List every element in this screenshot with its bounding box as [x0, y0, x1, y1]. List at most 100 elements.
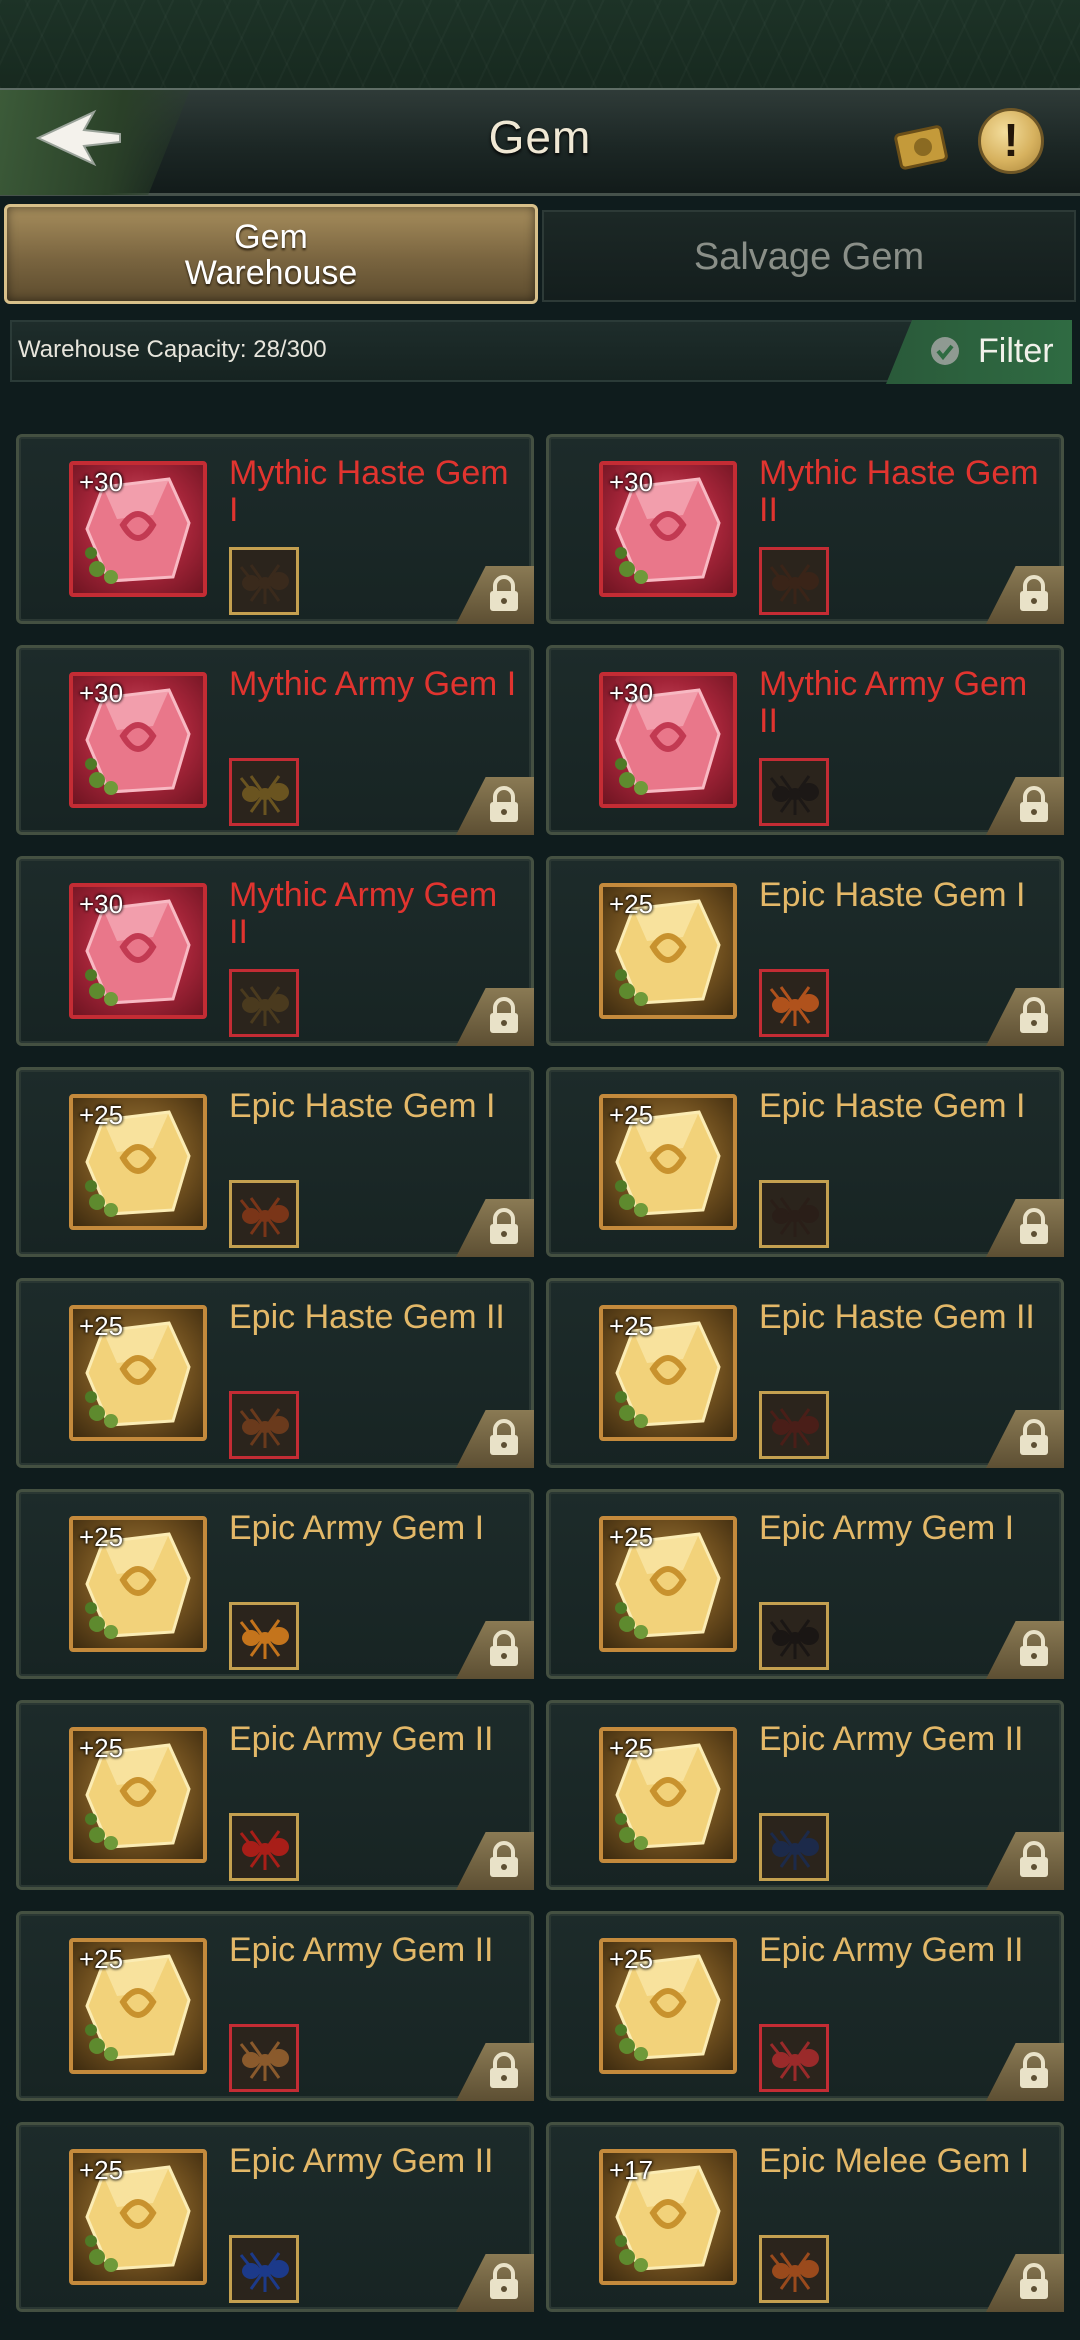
- ant-icon: [239, 1830, 289, 1870]
- header-bar: Gem !: [0, 88, 1080, 196]
- lock-button[interactable]: [456, 1199, 534, 1257]
- gem-name: Epic Melee Gem I: [759, 2142, 1030, 2180]
- ant-icon: [239, 2252, 289, 2292]
- gem-card[interactable]: +25 Epic Haste Gem I: [16, 1067, 534, 1257]
- gem-name: Epic Haste Gem II: [759, 1298, 1035, 1336]
- equipped-ant-slot[interactable]: [759, 1602, 829, 1670]
- gem-name: Epic Army Gem II: [759, 1720, 1024, 1758]
- gem-card[interactable]: +25 Epic Army Gem I: [546, 1489, 1064, 1679]
- gem-icon-frame: +25: [599, 1938, 737, 2074]
- ant-icon: [769, 564, 819, 604]
- gem-icon-frame: +25: [599, 1305, 737, 1441]
- top-background: [0, 0, 1080, 90]
- lock-button[interactable]: [986, 1832, 1064, 1890]
- gem-card[interactable]: +25 Epic Haste Gem I: [546, 856, 1064, 1046]
- lock-button[interactable]: [456, 1621, 534, 1679]
- gem-name: Epic Haste Gem I: [759, 1087, 1026, 1125]
- equipped-ant-slot[interactable]: [759, 1391, 829, 1459]
- lock-icon: [490, 2263, 518, 2299]
- equipped-ant-slot[interactable]: [229, 1602, 299, 1670]
- gem-card[interactable]: +25 Epic Haste Gem I: [546, 1067, 1064, 1257]
- lock-button[interactable]: [456, 988, 534, 1046]
- lock-button[interactable]: [456, 566, 534, 624]
- equipped-ant-slot[interactable]: [229, 1180, 299, 1248]
- lock-button[interactable]: [986, 566, 1064, 624]
- gem-card[interactable]: +25 Epic Army Gem II: [16, 2122, 534, 2312]
- gem-name: Epic Army Gem II: [229, 1931, 494, 1969]
- equipped-ant-slot[interactable]: [229, 547, 299, 615]
- lock-icon: [1020, 997, 1048, 1033]
- lock-button[interactable]: [456, 2043, 534, 2101]
- tab-label-line2: Warehouse: [184, 254, 358, 292]
- equipped-ant-slot[interactable]: [229, 758, 299, 826]
- gem-card[interactable]: +30 Mythic Haste Gem I: [16, 434, 534, 624]
- tab-salvage-gem[interactable]: Salvage Gem: [542, 210, 1076, 302]
- gem-icon-frame: +30: [69, 461, 207, 597]
- gem-guide-book-icon[interactable]: [892, 120, 954, 172]
- lock-button[interactable]: [986, 1621, 1064, 1679]
- gem-level: +25: [79, 1522, 124, 1552]
- equipped-ant-slot[interactable]: [759, 2235, 829, 2303]
- info-icon[interactable]: !: [978, 108, 1044, 174]
- lock-button[interactable]: [986, 1199, 1064, 1257]
- page-title: Gem: [488, 111, 592, 163]
- equipped-ant-slot[interactable]: [229, 2024, 299, 2092]
- equipped-ant-slot[interactable]: [759, 969, 829, 1037]
- back-button[interactable]: [0, 90, 190, 195]
- filter-button[interactable]: Filter: [886, 320, 1072, 384]
- gem-icon-frame: +30: [69, 672, 207, 808]
- equipped-ant-slot[interactable]: [759, 758, 829, 826]
- gem-name: Epic Army Gem I: [229, 1509, 485, 1547]
- gem-card[interactable]: +25 Epic Haste Gem II: [16, 1278, 534, 1468]
- equipped-ant-slot[interactable]: [759, 1813, 829, 1881]
- gem-card[interactable]: +25 Epic Army Gem II: [546, 1700, 1064, 1890]
- gem-card[interactable]: +30 Mythic Army Gem II: [16, 856, 534, 1046]
- equipped-ant-slot[interactable]: [759, 547, 829, 615]
- ant-icon: [239, 775, 289, 815]
- lock-button[interactable]: [456, 2254, 534, 2312]
- gem-card[interactable]: +30 Mythic Army Gem II: [546, 645, 1064, 835]
- gem-card[interactable]: +17 Epic Melee Gem I: [546, 2122, 1064, 2312]
- gem-card[interactable]: +25 Epic Army Gem II: [16, 1700, 534, 1890]
- ant-icon: [239, 2041, 289, 2081]
- lock-icon: [1020, 2052, 1048, 2088]
- equipped-ant-slot[interactable]: [229, 1391, 299, 1459]
- gem-card[interactable]: +25 Epic Army Gem II: [546, 1911, 1064, 2101]
- gem-icon-frame: +25: [69, 1727, 207, 1863]
- ant-icon: [769, 986, 819, 1026]
- ant-icon: [769, 1197, 819, 1237]
- equipped-ant-slot[interactable]: [759, 1180, 829, 1248]
- gem-card[interactable]: +25 Epic Haste Gem II: [546, 1278, 1064, 1468]
- equipped-ant-slot[interactable]: [229, 969, 299, 1037]
- gem-card[interactable]: +30 Mythic Haste Gem II: [546, 434, 1064, 624]
- gem-level: +25: [609, 1944, 654, 1974]
- lock-button[interactable]: [456, 1410, 534, 1468]
- lock-button[interactable]: [456, 777, 534, 835]
- ant-icon: [239, 1408, 289, 1448]
- lock-icon: [490, 575, 518, 611]
- lock-button[interactable]: [986, 988, 1064, 1046]
- lock-button[interactable]: [986, 1410, 1064, 1468]
- lock-button[interactable]: [986, 2254, 1064, 2312]
- lock-button[interactable]: [986, 777, 1064, 835]
- gem-icon-frame: +25: [599, 1727, 737, 1863]
- gem-card[interactable]: +25 Epic Army Gem II: [16, 1911, 534, 2101]
- gem-level: +25: [79, 1733, 124, 1763]
- gem-level: +17: [609, 2155, 654, 2185]
- lock-button[interactable]: [456, 1832, 534, 1890]
- lock-icon: [1020, 575, 1048, 611]
- gem-name: Mythic Army Gem I: [229, 665, 517, 703]
- gem-name: Epic Haste Gem I: [229, 1087, 496, 1125]
- gem-icon-frame: +25: [69, 1938, 207, 2074]
- equipped-ant-slot[interactable]: [229, 2235, 299, 2303]
- gem-card[interactable]: +30 Mythic Army Gem I: [16, 645, 534, 835]
- gem-name: Mythic Army Gem II: [229, 876, 498, 951]
- equipped-ant-slot[interactable]: [759, 2024, 829, 2092]
- gem-icon-frame: +25: [69, 1094, 207, 1230]
- lock-button[interactable]: [986, 2043, 1064, 2101]
- gem-level: +30: [79, 467, 124, 497]
- equipped-ant-slot[interactable]: [229, 1813, 299, 1881]
- gem-card[interactable]: +25 Epic Army Gem I: [16, 1489, 534, 1679]
- warehouse-capacity: Warehouse Capacity: 28/300: [18, 336, 327, 363]
- tab-gem-warehouse[interactable]: Gem Warehouse: [4, 204, 538, 304]
